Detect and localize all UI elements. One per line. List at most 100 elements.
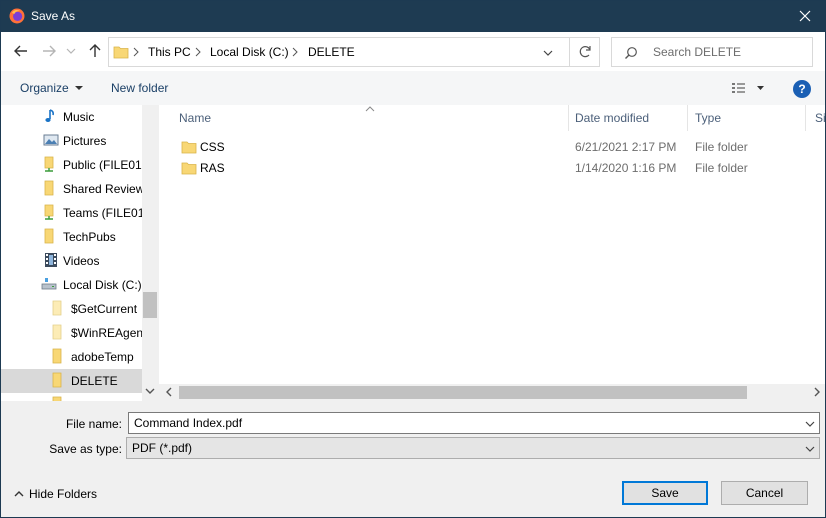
nav-item-label: Videos bbox=[63, 254, 100, 268]
music-note-icon bbox=[45, 109, 54, 122]
forward-arrow-icon bbox=[43, 45, 56, 57]
window-title: Save As bbox=[31, 9, 76, 23]
nav-item-label: Teams (FILE01D bbox=[63, 206, 142, 220]
file-date: 1/14/2020 1:16 PM bbox=[575, 161, 677, 175]
nav-item-label: adobeTemp bbox=[71, 350, 134, 364]
nav-item-local-disk[interactable]: Local Disk (C:) bbox=[1, 273, 142, 297]
chevron-right-icon bbox=[133, 47, 139, 57]
nav-item-label: TechPubs bbox=[63, 230, 116, 244]
file-row[interactable]: CSS 6/21/2021 2:17 PM File folder bbox=[179, 137, 819, 157]
network-folder-icon bbox=[44, 156, 54, 172]
drive-icon bbox=[41, 278, 57, 290]
nav-item-music[interactable]: Music bbox=[1, 105, 142, 129]
change-view-button[interactable] bbox=[729, 80, 769, 96]
chevron-down-icon[interactable] bbox=[805, 420, 815, 428]
folder-icon bbox=[44, 180, 54, 196]
nav-item-videos[interactable]: Videos bbox=[1, 249, 142, 273]
file-date: 6/21/2021 2:17 PM bbox=[575, 140, 677, 154]
file-name: CSS bbox=[200, 140, 225, 154]
scroll-down-icon[interactable] bbox=[142, 383, 158, 399]
help-button[interactable]: ? bbox=[793, 80, 811, 98]
file-name-input[interactable]: Command Index.pdf bbox=[128, 412, 820, 434]
refresh-button[interactable] bbox=[569, 38, 600, 66]
nav-item-public[interactable]: Public (FILE01D bbox=[1, 153, 142, 177]
nav-item-pictures[interactable]: Pictures bbox=[1, 129, 142, 153]
folder-icon bbox=[52, 348, 62, 364]
folder-icon bbox=[44, 228, 54, 244]
nav-item-delete[interactable]: DELETE bbox=[1, 369, 142, 393]
nav-item-label: $GetCurrent bbox=[71, 302, 138, 316]
breadcrumb-local-disk[interactable]: Local Disk (C:) bbox=[210, 45, 289, 59]
file-name: RAS bbox=[200, 161, 225, 175]
up-arrow-icon bbox=[89, 44, 101, 57]
column-header-type[interactable]: Type bbox=[687, 105, 807, 131]
close-button[interactable] bbox=[785, 1, 825, 32]
folder-icon bbox=[113, 46, 129, 59]
save-type-select[interactable]: PDF (*.pdf) bbox=[126, 437, 820, 459]
details-view-icon bbox=[732, 83, 764, 93]
nav-item-getcurrent[interactable]: $GetCurrent bbox=[1, 297, 142, 321]
nav-item-label: Pictures bbox=[63, 134, 107, 148]
address-bar[interactable]: This PC Local Disk (C:) DELETE bbox=[108, 37, 600, 67]
column-header-date-modified[interactable]: Date modified bbox=[567, 105, 687, 131]
search-placeholder: Search DELETE bbox=[653, 45, 742, 59]
chevron-right-icon bbox=[292, 47, 298, 57]
search-icon bbox=[625, 47, 637, 59]
nav-item-label: DELETE bbox=[71, 374, 118, 388]
nav-item-adobetemp[interactable]: adobeTemp bbox=[1, 345, 142, 369]
hide-folders-label: Hide Folders bbox=[29, 487, 98, 501]
nav-item-partial bbox=[1, 393, 142, 401]
back-arrow-icon bbox=[14, 45, 27, 57]
file-list-hscrollbar[interactable] bbox=[159, 384, 825, 401]
sort-up-icon bbox=[365, 106, 375, 112]
file-list: Name Date modified Type Size CSS 6/21/20… bbox=[159, 105, 825, 401]
column-divider[interactable] bbox=[805, 105, 806, 131]
file-row[interactable]: RAS 1/14/2020 1:16 PM File folder bbox=[179, 158, 819, 178]
nav-item-winreagent[interactable]: $WinREAgent bbox=[1, 321, 142, 345]
save-type-label: Save as type: bbox=[49, 442, 122, 456]
organize-button[interactable]: Organize bbox=[20, 81, 83, 95]
folder-icon bbox=[52, 372, 62, 388]
refresh-icon bbox=[579, 46, 591, 58]
address-dropdown-icon[interactable] bbox=[542, 47, 554, 59]
file-type: File folder bbox=[695, 140, 748, 154]
scroll-right-icon[interactable] bbox=[809, 384, 825, 400]
folder-icon bbox=[181, 162, 197, 175]
nav-item-label: Music bbox=[63, 110, 95, 124]
nav-scrollbar-thumb[interactable] bbox=[143, 292, 157, 318]
column-header-size[interactable]: Size bbox=[807, 105, 825, 131]
back-button[interactable] bbox=[11, 41, 31, 61]
videos-icon bbox=[45, 253, 57, 267]
file-type: File folder bbox=[695, 161, 748, 175]
scroll-left-icon[interactable] bbox=[161, 384, 177, 400]
cancel-button[interactable]: Cancel bbox=[721, 481, 808, 505]
breadcrumb-this-pc[interactable]: This PC bbox=[148, 45, 191, 59]
hscrollbar-thumb[interactable] bbox=[179, 386, 747, 399]
chevron-up-icon bbox=[14, 491, 24, 497]
nav-scrollbar[interactable] bbox=[142, 105, 158, 401]
nav-item-label: Local Disk (C:) bbox=[63, 278, 142, 292]
nav-item-shared-reviews[interactable]: Shared Reviews bbox=[1, 177, 142, 201]
search-box[interactable]: Search DELETE bbox=[611, 37, 813, 67]
folder-icon bbox=[52, 300, 62, 316]
close-icon bbox=[799, 10, 811, 22]
recent-locations-button[interactable] bbox=[65, 41, 77, 61]
forward-button[interactable] bbox=[39, 41, 59, 61]
new-folder-button[interactable]: New folder bbox=[111, 81, 168, 95]
nav-item-techpubs[interactable]: TechPubs bbox=[1, 225, 142, 249]
up-button[interactable] bbox=[85, 41, 105, 61]
nav-item-teams[interactable]: Teams (FILE01D bbox=[1, 201, 142, 225]
chevron-down-icon bbox=[805, 446, 815, 452]
file-name-value: Command Index.pdf bbox=[134, 416, 243, 430]
save-type-value: PDF (*.pdf) bbox=[132, 441, 193, 455]
hide-folders-button[interactable]: Hide Folders bbox=[13, 487, 97, 501]
folder-icon bbox=[181, 141, 197, 154]
column-type-label: Type bbox=[695, 111, 722, 125]
network-folder-icon bbox=[44, 204, 54, 220]
breadcrumb-delete[interactable]: DELETE bbox=[308, 45, 355, 59]
nav-item-label: Public (FILE01D bbox=[63, 158, 142, 172]
nav-item-label: $WinREAgent bbox=[71, 326, 142, 340]
firefox-icon bbox=[9, 8, 25, 24]
save-button[interactable]: Save bbox=[622, 481, 708, 505]
command-toolbar: Organize New folder ? bbox=[1, 71, 825, 105]
